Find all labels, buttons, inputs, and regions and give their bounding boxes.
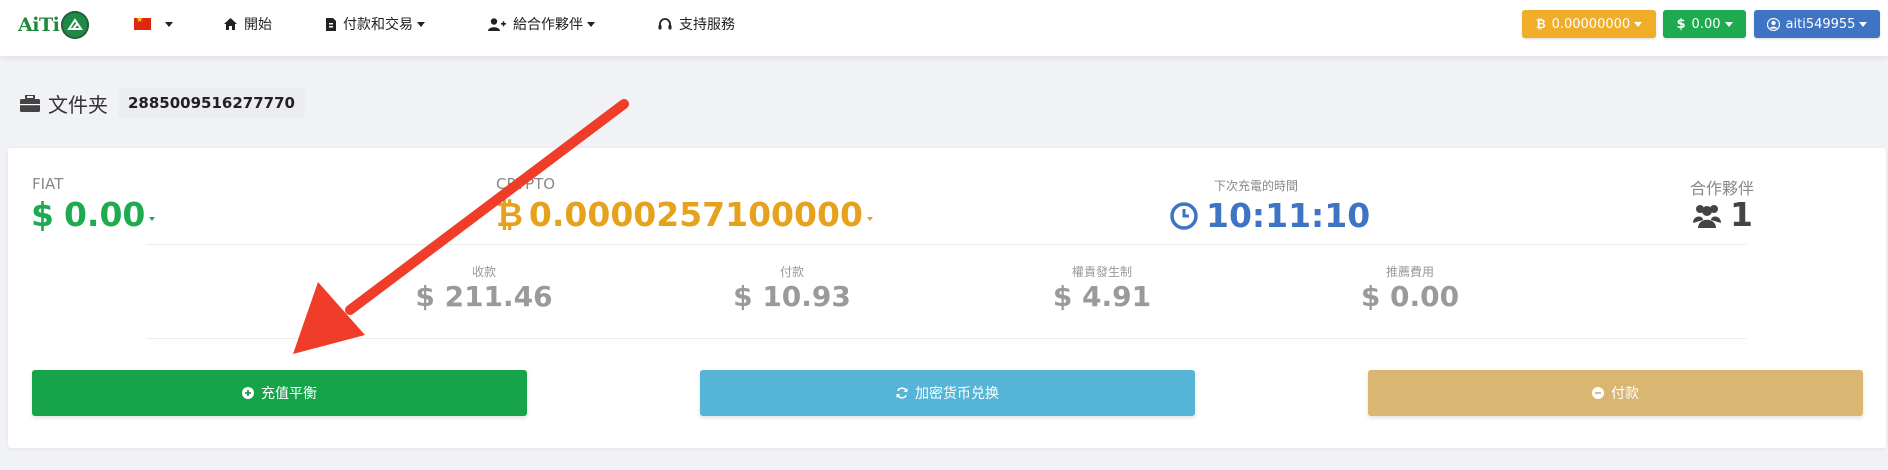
exchange-label: 加密货币兑换 [915,386,999,402]
chevron-down-icon [1859,21,1868,27]
chevron-down-icon [587,21,595,27]
topup-label: 充值平衡 [261,386,317,402]
user-plus-icon [488,17,506,31]
btc-balance: 0.00000000 [1551,16,1631,32]
language-dropdown[interactable] [134,0,173,48]
partners-value: 1 [1730,195,1753,234]
headset-icon [658,17,672,31]
equity-value: $ 4.91 [1052,280,1152,313]
logo-text: AiTi [18,14,60,36]
btc-balance-button[interactable]: ₿ 0.00000000 [1522,10,1656,38]
nav-item-label: 支持服務 [679,17,735,33]
document-icon [326,17,336,31]
income-label: 收款 [471,265,496,279]
briefcase-icon [20,94,40,112]
nav-item-support[interactable]: 支持服務 [658,0,735,48]
referral-value: $ 0.00 [1360,280,1460,313]
payout-label: 付款 [1611,386,1639,402]
divider [146,338,1746,339]
chevron-down-icon [866,216,873,221]
dollar-icon: $ [1676,16,1686,32]
nav-item-label: 開始 [244,17,272,33]
next-charge-label: 下次充電的時間 [1214,179,1299,193]
chevron-down-icon [165,21,173,27]
username: aiti549955 [1785,16,1856,32]
chevron-down-icon [1724,21,1733,27]
nav-item-partners[interactable]: 給合作夥伴 [488,0,595,48]
user-circle-icon [1766,17,1780,31]
partners-count: 1 [1692,195,1753,234]
users-icon [1692,202,1722,228]
nav-item-label: 付款和交易 [343,17,413,33]
fiat-label: FIAT [32,175,64,193]
chevron-down-icon [1634,21,1643,27]
user-menu-button[interactable]: aiti549955 [1754,10,1880,38]
refresh-icon [896,387,908,399]
crypto-label: CRYPTO [496,175,556,193]
fiat-value: 0.00 [63,195,146,234]
logo-icon [61,11,90,39]
referral-label: 推薦費用 [1385,265,1434,279]
top-navbar: AiTi 開始 付款和交易 給合作夥伴 支持服務 ₿ 0. [0,0,1888,56]
next-charge-time: 10:11:10 [1206,196,1371,235]
payout-stat-value: $ 10.93 [733,280,851,313]
equity-label: 權責發生制 [1071,265,1132,279]
crypto-value: 0.0000257100000 [528,195,863,234]
account-id-badge: 2885009516277770 [118,88,305,118]
income-value: $ 211.46 [415,280,553,313]
bitcoin-icon: ₿ [496,195,523,234]
payout-stat-label: 付款 [779,265,804,279]
crypto-balance[interactable]: ₿ 0.0000257100000 [496,195,873,234]
nav-item-payments[interactable]: 付款和交易 [326,0,425,48]
payout-button[interactable]: 付款 [1368,370,1863,416]
bitcoin-icon: ₿ [1535,17,1546,31]
nav-item-start[interactable]: 開始 [224,0,272,48]
nav-item-label: 給合作夥伴 [513,17,583,33]
china-flag-icon [134,15,151,30]
chevron-down-icon [149,216,156,221]
next-charge: 10:11:10 [1170,196,1370,235]
divider [146,244,1746,245]
home-icon [224,18,237,30]
page-header: 文件夹 2885009516277770 [20,88,305,118]
page-title: 文件夹 [48,92,108,117]
logo[interactable]: AiTi [18,10,90,40]
plus-circle-icon [242,387,254,399]
minus-circle-icon [1592,387,1604,399]
usd-balance: 0.00 [1691,16,1721,32]
topup-button[interactable]: 充值平衡 [32,370,527,416]
fiat-balance[interactable]: $ 0.00 [31,195,156,234]
clock-icon [1170,201,1198,230]
usd-balance-button[interactable]: $ 0.00 [1663,10,1746,38]
chevron-down-icon [417,21,425,27]
exchange-button[interactable]: 加密货币兑换 [700,370,1195,416]
dollar-icon: $ [31,195,54,234]
